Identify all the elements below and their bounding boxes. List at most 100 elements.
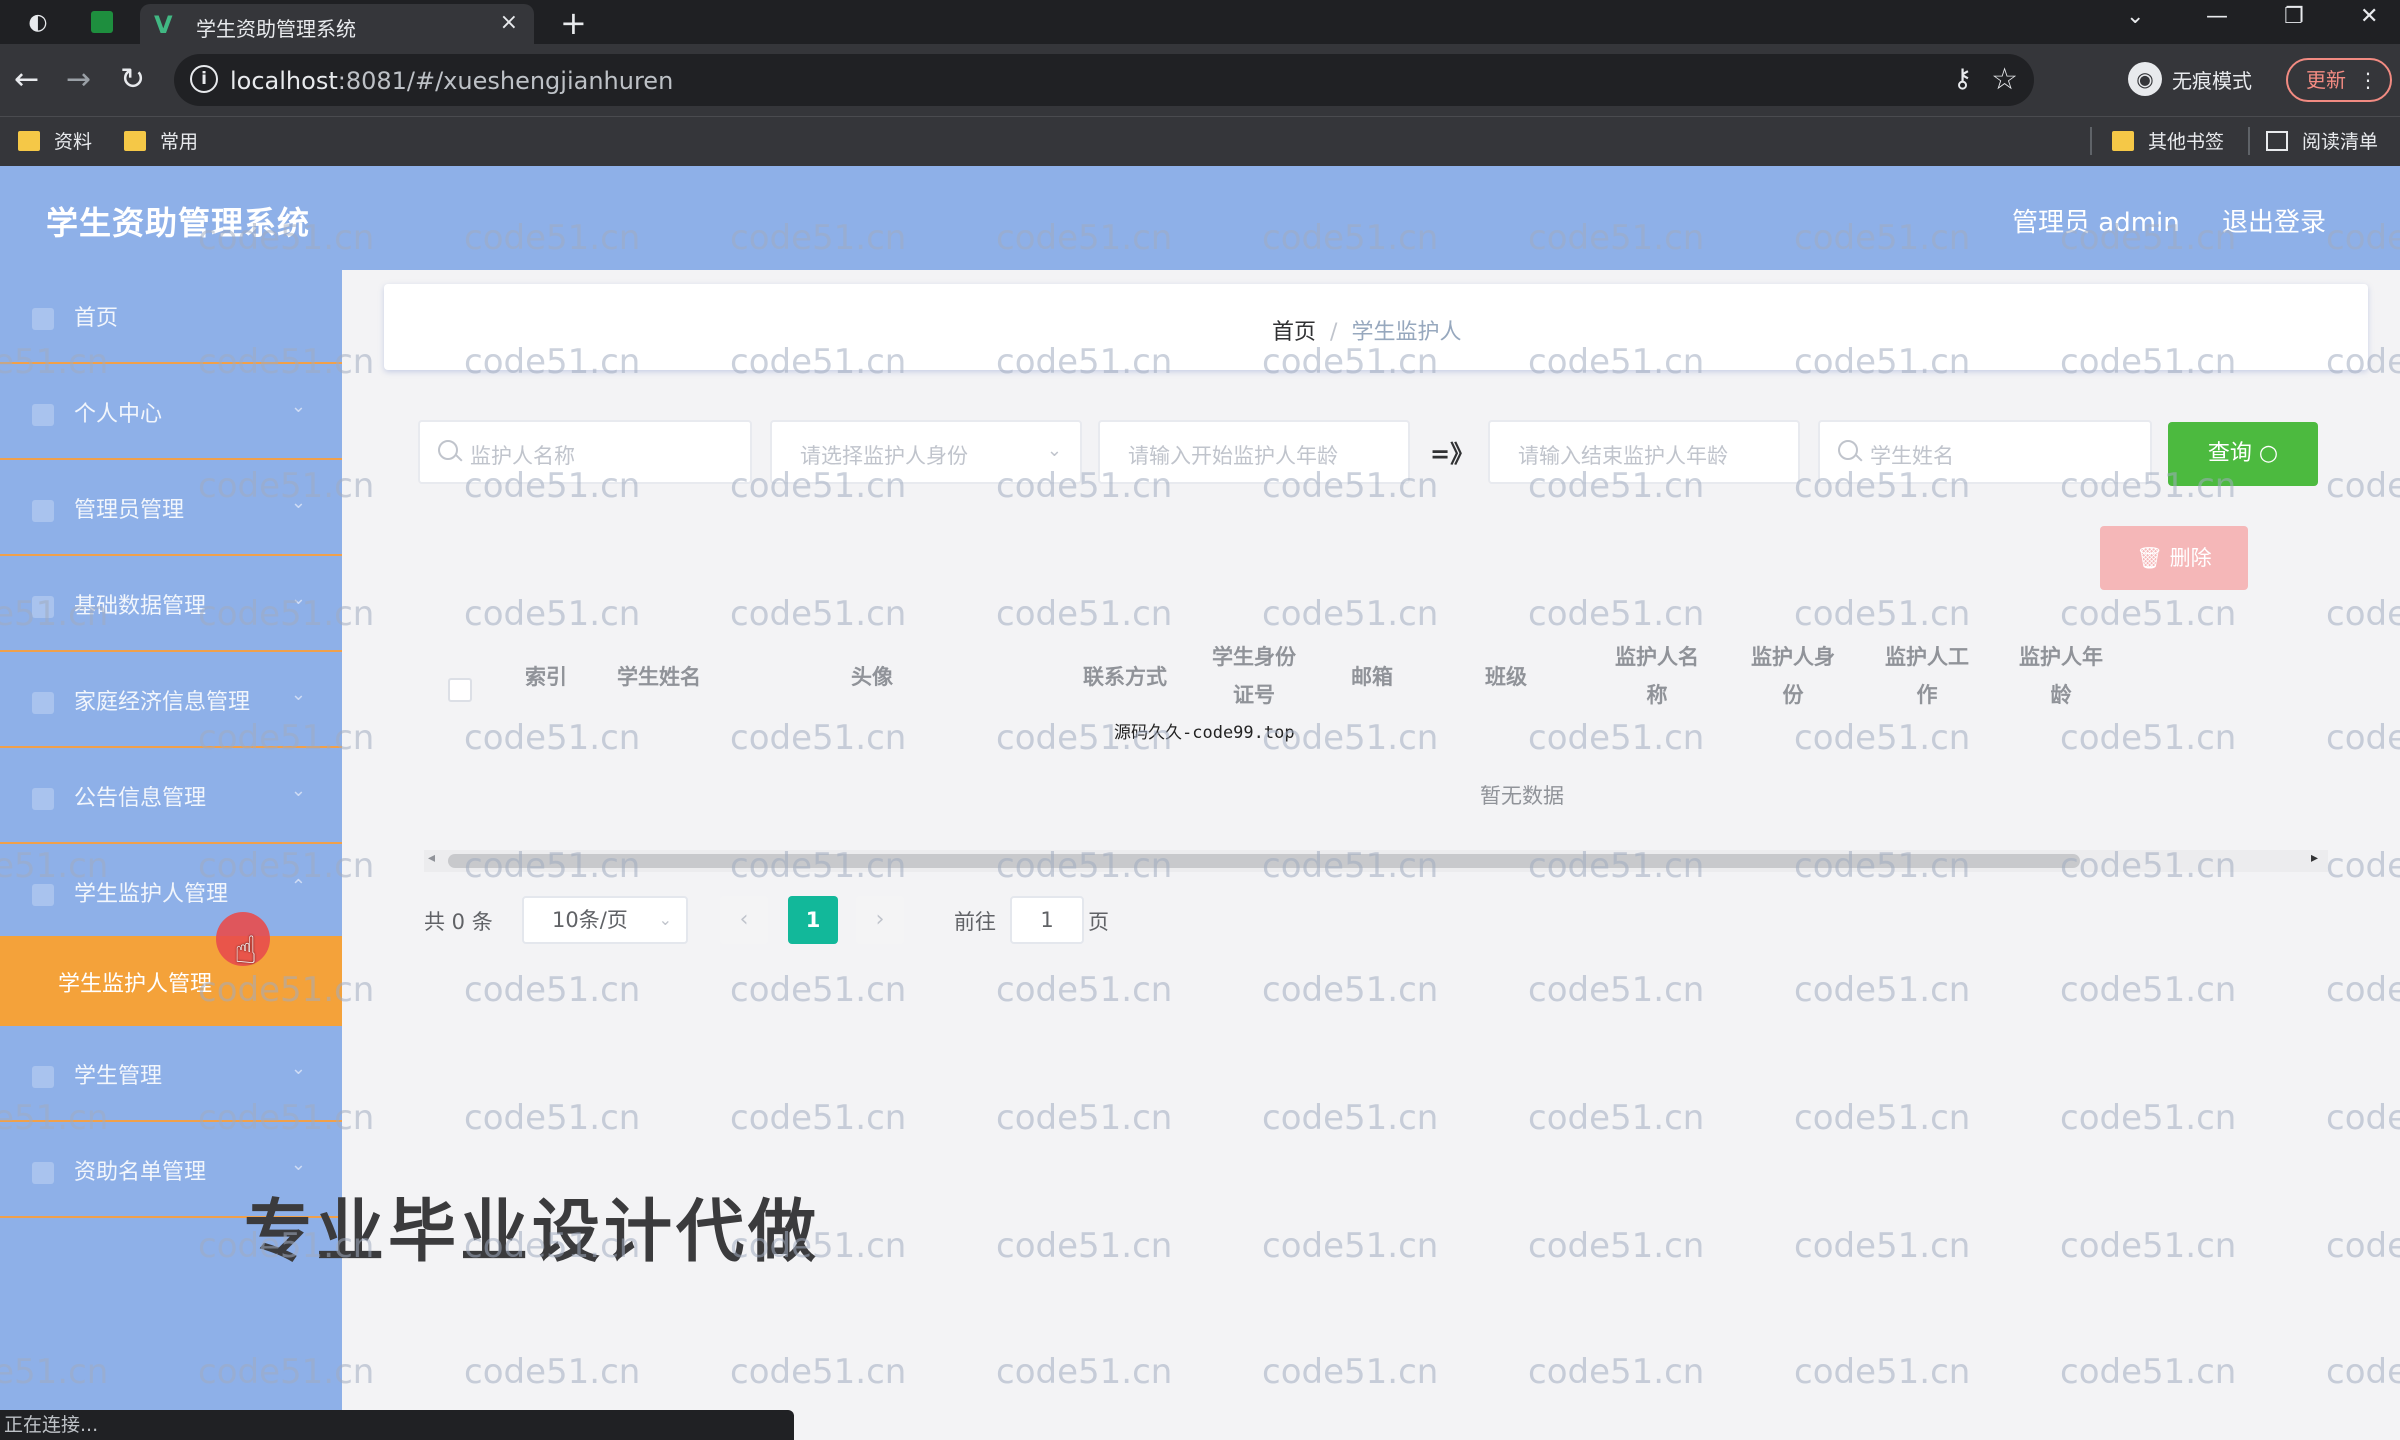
- page-size-select[interactable]: 10条/页 ⌄: [522, 896, 688, 944]
- sidebar-item-notice[interactable]: 公告信息管理 ⌄: [0, 750, 342, 844]
- range-separator: =》: [1430, 440, 1475, 468]
- bookmark-star-icon[interactable]: ☆: [1991, 62, 2018, 97]
- browser-menu-icon[interactable]: ◐: [24, 8, 52, 36]
- reading-list[interactable]: 阅读清单: [2266, 127, 2378, 154]
- goto-prefix: 前往: [954, 910, 996, 934]
- url-text[interactable]: localhost:8081/#/xueshengjianhuren: [230, 67, 673, 95]
- breadcrumb-home[interactable]: 首页: [1272, 320, 1316, 345]
- guardian-icon: [32, 884, 54, 906]
- chevron-down-icon: ⌄: [290, 1154, 306, 1175]
- center-watermark: 源码久久-code99.top: [1114, 723, 1295, 743]
- list-icon: [32, 1162, 54, 1184]
- column-header-student-name[interactable]: 学生姓名: [604, 658, 714, 696]
- reading-list-icon: [2266, 130, 2288, 151]
- pointer-hand-icon: ☝: [234, 928, 258, 972]
- bookmark-folder-ziliao[interactable]: 资料: [18, 127, 92, 154]
- trash-icon: 🗑: [2136, 546, 2163, 570]
- sidebar-subitem-guardian-active[interactable]: 学生监护人管理: [0, 936, 342, 1026]
- column-header-class[interactable]: 班级: [1476, 658, 1536, 696]
- bookmark-folder-changyong[interactable]: 常用: [124, 127, 198, 154]
- tab-search-icon[interactable]: [88, 8, 116, 36]
- incognito-indicator[interactable]: ◉ 无痕模式: [2128, 62, 2252, 96]
- guardian-identity-select[interactable]: 请选择监护人身份 ⌄: [770, 420, 1082, 484]
- scroll-right-icon[interactable]: ▸: [2311, 850, 2318, 866]
- site-info-icon[interactable]: i: [190, 65, 218, 93]
- total-count: 共 0 条: [424, 910, 493, 934]
- column-header-guardian-identity[interactable]: 监护人身份: [1744, 638, 1842, 714]
- restore-icon[interactable]: ❐: [2284, 4, 2304, 29]
- page-button-1[interactable]: 1: [788, 896, 838, 944]
- delete-button[interactable]: 🗑 删除: [2100, 526, 2248, 590]
- more-menu-icon[interactable]: ⋮: [2358, 60, 2378, 100]
- scroll-left-icon[interactable]: ◂: [428, 850, 435, 866]
- app-header: 学生资助管理系统 管理员 admin 退出登录: [0, 166, 2400, 270]
- goto-page-input[interactable]: 1: [1010, 896, 1084, 944]
- search-icon: [438, 440, 458, 460]
- logout-link[interactable]: 退出登录: [2222, 202, 2326, 239]
- incognito-icon: ◉: [2128, 62, 2162, 96]
- breadcrumb-current: 学生监护人: [1351, 320, 1462, 345]
- tab-title: 学生资助管理系统: [196, 17, 356, 41]
- sidebar-item-basic-data[interactable]: 基础数据管理 ⌄: [0, 558, 342, 652]
- table-horizontal-scrollbar[interactable]: ◂ ▸: [424, 850, 2328, 872]
- home-icon: [32, 308, 54, 330]
- search-icon: [1838, 440, 1858, 460]
- forward-arrow-icon[interactable]: →: [66, 62, 91, 97]
- scrollbar-thumb[interactable]: [448, 854, 2080, 868]
- vue-favicon-icon: V: [154, 11, 173, 39]
- prev-page-button[interactable]: ‹: [720, 896, 768, 944]
- finance-icon: [32, 692, 54, 714]
- update-button[interactable]: 更新 ⋮: [2286, 58, 2392, 102]
- search-icon: ○: [2258, 441, 2279, 466]
- goto-suffix: 页: [1088, 910, 1109, 934]
- column-header-avatar[interactable]: 头像: [842, 658, 902, 696]
- breadcrumb-card: 首页 / 学生监护人: [384, 284, 2368, 370]
- password-key-icon[interactable]: ⚷: [1953, 64, 1972, 94]
- next-page-button[interactable]: ›: [856, 896, 904, 944]
- minimize-icon[interactable]: —: [2206, 4, 2228, 29]
- notice-icon: [32, 788, 54, 810]
- user-icon: [32, 404, 54, 426]
- other-bookmarks[interactable]: 其他书签: [2112, 127, 2224, 154]
- address-bar[interactable]: i localhost:8081/#/xueshengjianhuren ⚷ ☆: [174, 54, 2034, 106]
- back-arrow-icon[interactable]: ←: [14, 62, 39, 97]
- column-header-email[interactable]: 邮箱: [1342, 658, 1402, 696]
- reload-icon[interactable]: ↻: [120, 62, 145, 97]
- tab-list-chevron-icon[interactable]: ⌄: [2126, 4, 2144, 29]
- tab-close-icon[interactable]: ×: [500, 10, 518, 35]
- sidebar-item-admin[interactable]: 管理员管理 ⌄: [0, 462, 342, 556]
- student-name-input[interactable]: 学生姓名: [1818, 420, 2152, 484]
- browser-status-bar: 正在连接...: [0, 1410, 794, 1440]
- bookmark-separator: [2248, 127, 2250, 155]
- chevron-down-icon: ⌄: [290, 684, 306, 705]
- incognito-label: 无痕模式: [2172, 68, 2252, 93]
- column-header-id-number[interactable]: 学生身份证号: [1204, 638, 1304, 714]
- table-empty-text: 暂无数据: [1480, 784, 1564, 808]
- sidebar-item-guardian[interactable]: 学生监护人管理 ⌃: [0, 846, 342, 940]
- column-header-guardian-name[interactable]: 监护人名称: [1608, 638, 1706, 714]
- data-table: 索引 学生姓名 头像 联系方式 学生身份证号 邮箱 班级 监护人名称 监护人身份…: [424, 632, 2328, 862]
- breadcrumb: 首页 / 学生监护人: [1272, 314, 1461, 346]
- folder-icon: [18, 130, 40, 151]
- folder-icon: [2112, 130, 2134, 151]
- active-tab[interactable]: V 学生资助管理系统 ×: [140, 4, 534, 44]
- sidebar-item-home[interactable]: 首页: [0, 270, 342, 364]
- sidebar-item-student[interactable]: 学生管理 ⌄: [0, 1028, 342, 1122]
- sidebar-item-family-finance[interactable]: 家庭经济信息管理 ⌄: [0, 654, 342, 748]
- age-start-input[interactable]: 请输入开始监护人年龄: [1098, 420, 1410, 484]
- folder-icon: [124, 130, 146, 151]
- chevron-down-icon: ⌄: [1046, 440, 1062, 461]
- app-title: 学生资助管理系统: [46, 204, 311, 242]
- window-close-icon[interactable]: ✕: [2360, 4, 2378, 29]
- column-header-index[interactable]: 索引: [516, 658, 576, 696]
- new-tab-button[interactable]: +: [560, 4, 587, 42]
- column-header-guardian-age[interactable]: 监护人年龄: [2012, 638, 2110, 714]
- admin-icon: [32, 500, 54, 522]
- select-all-checkbox[interactable]: [448, 678, 472, 702]
- query-button[interactable]: 查询 ○: [2168, 422, 2318, 486]
- sidebar-item-profile[interactable]: 个人中心 ⌄: [0, 366, 342, 460]
- guardian-name-input[interactable]: 监护人名称: [418, 420, 752, 484]
- age-end-input[interactable]: 请输入结束监护人年龄: [1488, 420, 1800, 484]
- column-header-guardian-job[interactable]: 监护人工作: [1878, 638, 1976, 714]
- column-header-contact[interactable]: 联系方式: [1070, 658, 1180, 696]
